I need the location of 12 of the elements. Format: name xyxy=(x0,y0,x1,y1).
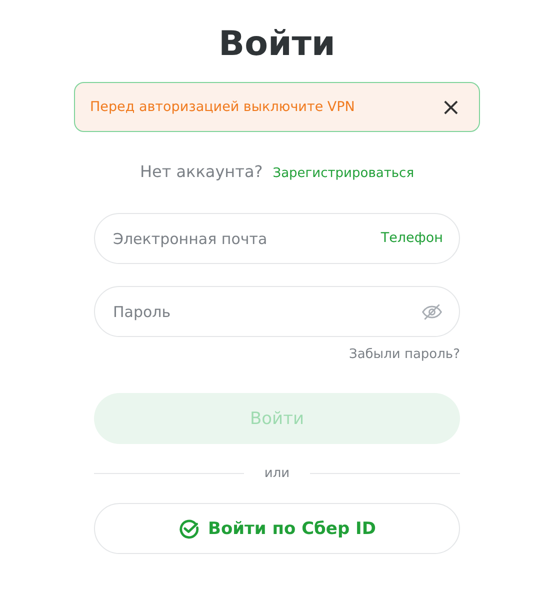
forgot-password-link[interactable]: Забыли пароль? xyxy=(348,347,460,362)
eye-slash-icon[interactable] xyxy=(421,301,443,323)
divider-label: или xyxy=(264,466,290,481)
alert-message: Перед авторизацией выключите VPN xyxy=(90,99,355,115)
page-title: Войти xyxy=(218,23,336,66)
sber-id-button[interactable]: Войти по Сбер ID xyxy=(94,503,460,554)
register-link[interactable]: Зарегистрироваться xyxy=(272,166,414,181)
password-field[interactable]: Пароль xyxy=(94,286,460,337)
phone-link[interactable]: Телефон xyxy=(380,230,443,246)
close-button[interactable]: × xyxy=(436,95,465,119)
check-circle-icon xyxy=(178,518,200,540)
register-prompt: Нет аккаунта? xyxy=(140,162,263,181)
